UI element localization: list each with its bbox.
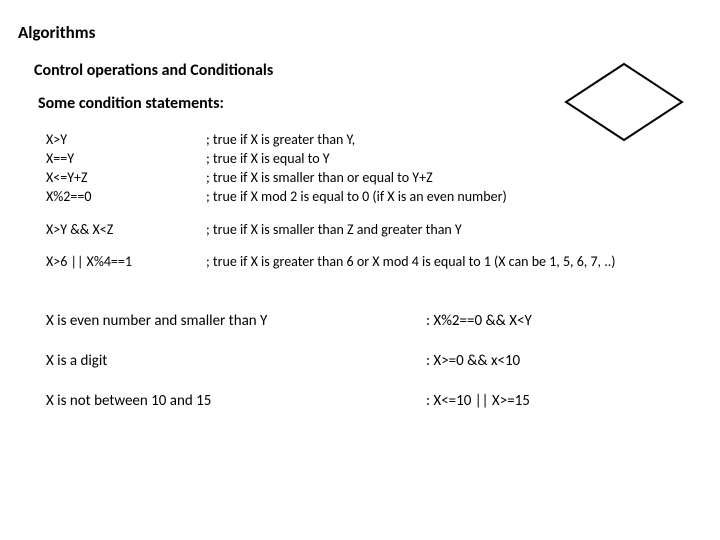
- example-row: X>Y ; true if X is greater than Y,: [46, 131, 507, 150]
- qa-question: X is even number and smaller than Y: [46, 312, 426, 352]
- example-desc: ; true if X is equal to Y: [206, 150, 507, 169]
- example-row: X<=Y+Z ; true if X is smaller than or eq…: [46, 169, 507, 188]
- qa-row: X is even number and smaller than Y : X%…: [46, 312, 532, 352]
- example-and-row: X>Y && X<Z ; true if X is smaller than Z…: [46, 221, 462, 240]
- qa-row: X is not between 10 and 15 : X<=10 || X>…: [46, 392, 532, 432]
- decision-diamond-icon: [564, 62, 684, 142]
- qa-question: X is a digit: [46, 352, 426, 392]
- example-expr: X>6 || X%4==1: [46, 253, 206, 272]
- qa-table: X is even number and smaller than Y : X%…: [46, 312, 532, 432]
- example-expr: X>Y: [46, 131, 206, 150]
- example-or-row: X>6 || X%4==1 ; true if X is greater tha…: [46, 253, 616, 272]
- example-desc: ; true if X is greater than 6 or X mod 4…: [206, 253, 616, 272]
- example-row: X%2==0 ; true if X mod 2 is equal to 0 (…: [46, 188, 507, 207]
- example-desc: ; true if X mod 2 is equal to 0 (if X is…: [206, 188, 507, 207]
- example-desc: ; true if X is smaller than or equal to …: [206, 169, 507, 188]
- example-expr: X%2==0: [46, 188, 206, 207]
- qa-answer: : X%2==0 && X<Y: [426, 312, 532, 352]
- page-title: Algorithms: [18, 22, 696, 43]
- example-desc: ; true if X is smaller than Z and greate…: [206, 221, 462, 240]
- qa-answer: : X<=10 || X>=15: [426, 392, 532, 432]
- example-desc: ; true if X is greater than Y,: [206, 131, 507, 150]
- qa-answer: : X>=0 && x<10: [426, 352, 532, 392]
- example-expr: X>Y && X<Z: [46, 221, 206, 240]
- example-expr: X<=Y+Z: [46, 169, 206, 188]
- example-expr: X==Y: [46, 150, 206, 169]
- qa-row: X is a digit : X>=0 && x<10: [46, 352, 532, 392]
- qa-question: X is not between 10 and 15: [46, 392, 426, 432]
- example-row: X==Y ; true if X is equal to Y: [46, 150, 507, 169]
- examples-table: X>Y ; true if X is greater than Y, X==Y …: [46, 131, 507, 207]
